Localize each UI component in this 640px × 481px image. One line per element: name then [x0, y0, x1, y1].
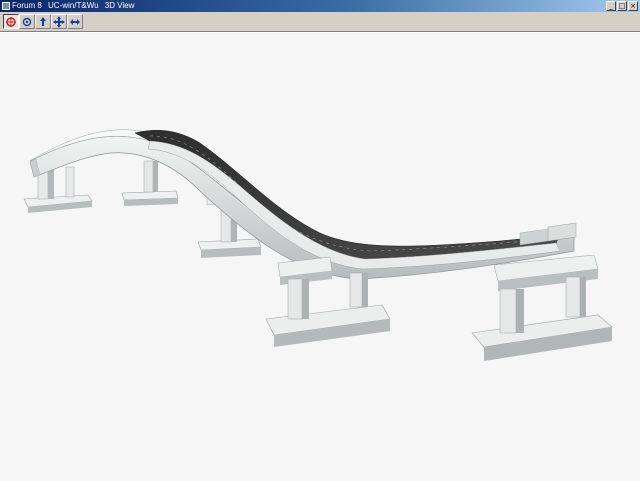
maximize-button[interactable]: □ — [617, 1, 627, 11]
title-company: Forum 8 — [12, 1, 42, 10]
pier-2 — [121, 160, 179, 206]
zoom-icon — [70, 18, 80, 25]
app-window: Forum 8 UC-win/T&Wu 3D View _ □ × — [0, 0, 640, 481]
bridge-model — [23, 129, 613, 361]
app-icon[interactable] — [2, 2, 10, 10]
close-button[interactable]: × — [628, 1, 638, 11]
minimize-button[interactable]: _ — [606, 1, 616, 11]
pan-tool-button[interactable] — [51, 14, 67, 29]
title-product: UC-win/T&Wu — [48, 1, 99, 10]
title-view: 3D View — [104, 1, 135, 10]
pan-icon — [53, 15, 65, 28]
orbit-icon — [22, 17, 32, 26]
orbit-tool-button[interactable] — [19, 14, 35, 29]
rotate-tool-button[interactable] — [3, 14, 19, 29]
zoom-tool-button[interactable] — [67, 14, 83, 29]
pier-5 — [471, 254, 613, 361]
3d-viewport[interactable] — [0, 32, 640, 481]
window-controls: _ □ × — [606, 1, 638, 11]
title-bar[interactable]: Forum 8 UC-win/T&Wu 3D View _ □ × — [0, 0, 640, 12]
bridge-deck — [29, 129, 577, 280]
window-title: Forum 8 UC-win/T&Wu 3D View — [12, 0, 138, 12]
view-toolbar — [0, 12, 640, 32]
tilt-icon — [40, 16, 46, 26]
rotate-icon — [6, 16, 16, 27]
tilt-tool-button[interactable] — [35, 14, 51, 29]
